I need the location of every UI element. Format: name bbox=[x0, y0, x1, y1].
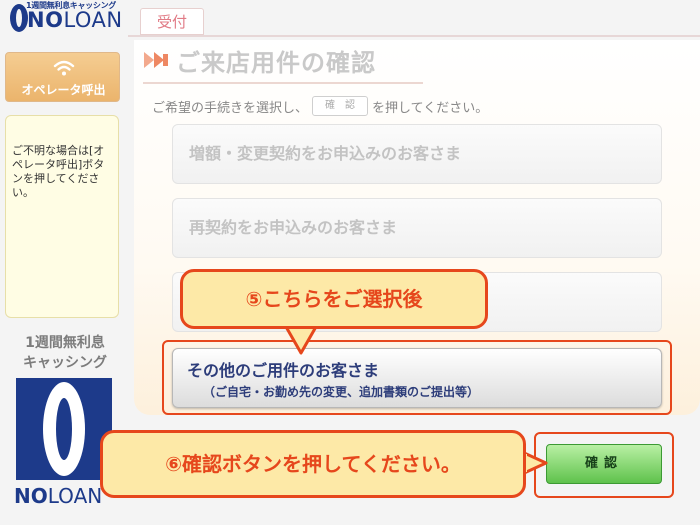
operator-call-label: オペレータ呼出 bbox=[21, 83, 106, 97]
option-other-inquiries[interactable]: その他のご用件のお客さま （ご自宅・お勤め先の変更、追加書類のご提出等） bbox=[172, 348, 662, 408]
side-logo-wordmark: NOLOAN bbox=[14, 484, 102, 508]
confirm-button[interactable]: 確認 bbox=[546, 444, 662, 484]
option-limit-increase[interactable]: 増額・変更契約をお申込みのお客さま bbox=[172, 124, 662, 184]
instruction-after: を押してください。 bbox=[372, 100, 489, 116]
title-underline bbox=[143, 82, 423, 84]
header-divider bbox=[128, 35, 700, 37]
side-logo-zero-inner bbox=[56, 398, 72, 460]
inline-confirm-chip: 確 認 bbox=[312, 96, 369, 116]
instruction-before: ご希望の手続きを選択し、 bbox=[152, 100, 309, 116]
option-other-label: その他のご用件のお客さま bbox=[187, 361, 380, 380]
help-text: ご不明な場合は[オペレータ呼出]ボタンを押してください。 bbox=[12, 144, 105, 199]
option-other-sublabel: （ご自宅・お勤め先の変更、追加書類のご提出等） bbox=[203, 385, 480, 399]
side-promo: 1週間無利息 キャッシング bbox=[5, 333, 125, 373]
side-logo-loan: LOAN bbox=[47, 484, 103, 508]
operator-call-button[interactable]: オペレータ呼出 bbox=[5, 52, 120, 102]
logo-loan: LOAN bbox=[63, 8, 123, 32]
callout-step-6: ⑥確認ボタンを押してください。 bbox=[100, 430, 526, 498]
side-logo-mark bbox=[16, 378, 112, 480]
logo-no: NO bbox=[27, 8, 64, 32]
promo-line-2: キャッシング bbox=[23, 355, 107, 371]
side-logo-no: NO bbox=[14, 484, 48, 508]
signal-icon bbox=[53, 60, 75, 76]
logo-wordmark: NOLOAN bbox=[27, 8, 123, 32]
promo-line-1: 1週間無利息 bbox=[25, 335, 105, 351]
callout-step-5: ⑤こちらをご選択後 bbox=[180, 269, 488, 329]
help-box: ご不明な場合は[オペレータ呼出]ボタンを押してください。 bbox=[5, 115, 119, 318]
tab-reception: 受付 bbox=[140, 8, 204, 35]
double-arrow-icon bbox=[144, 52, 168, 68]
option-recontract[interactable]: 再契約をお申込みのお客さま bbox=[172, 198, 662, 258]
page-title: ご来店用件の確認 bbox=[176, 49, 376, 77]
side-logo-zero bbox=[43, 382, 85, 476]
instruction-text: ご希望の手続きを選択し、確 認を押してください。 bbox=[152, 96, 488, 116]
callout-5-tail bbox=[283, 325, 319, 355]
